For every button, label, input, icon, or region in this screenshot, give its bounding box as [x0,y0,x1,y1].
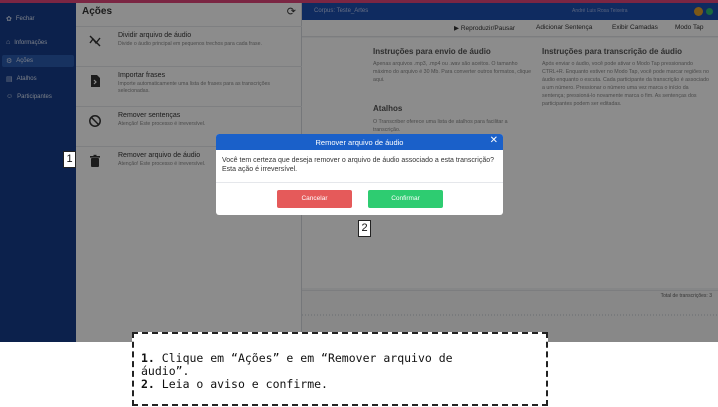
instruction-caption: 1. Clique em “Ações” e em “Remover arqui… [132,332,548,406]
tutorial-screenshot: ✿ Fechar ⌂ Informações ⚙ Ações ▤ Atalhos… [0,0,718,407]
cancel-button[interactable]: Cancelar [277,190,352,208]
caption-step-2-text: Leia o aviso e confirme. [161,377,328,391]
close-icon[interactable]: ✕ [490,135,498,146]
caption-step-2-number: 2. [141,377,155,391]
caption-step-1: 1. Clique em “Ações” e em “Remover arqui… [141,352,540,365]
caption-step-1-text: Clique em “Ações” e em “Remover arquivo … [161,351,453,365]
dialog-message: Você tem certeza que deseja remover o ar… [222,157,494,173]
step-marker-2: 2 [358,220,371,237]
step-marker-1: 1 [63,151,76,168]
transcriber-app: ✿ Fechar ⌂ Informações ⚙ Ações ▤ Atalhos… [0,0,718,342]
caption-step-1-number: 1. [141,351,155,365]
confirm-button[interactable]: Confirmar [368,190,443,208]
dialog-title: Remover arquivo de áudio [315,138,404,147]
dialog-header: Remover arquivo de áudio ✕ [216,134,503,150]
remove-audio-dialog: Remover arquivo de áudio ✕ Você tem cert… [216,134,503,215]
dialog-divider [216,182,503,183]
caption-step-2: 2. Leia o aviso e confirme. [141,378,540,391]
